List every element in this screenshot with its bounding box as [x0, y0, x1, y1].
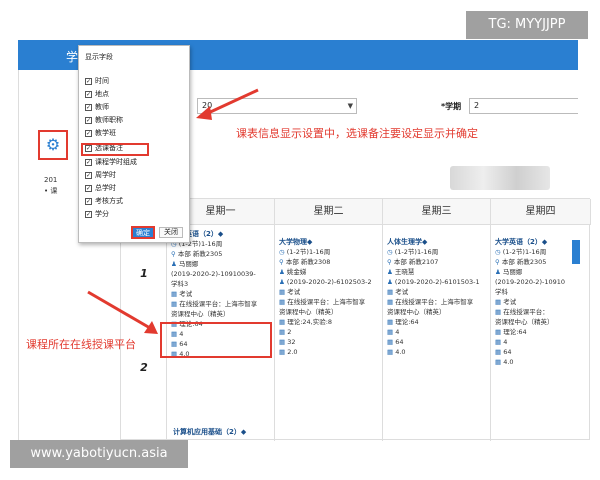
site-watermark: www.yabotiyucn.asia: [10, 440, 188, 468]
arrow-head-remark: [196, 106, 212, 120]
annotation-arrows: [87, 88, 259, 334]
arrow-head-platform: [144, 321, 158, 334]
screenshot-stage: TG: MYYJJPP 学 20 ▼ *学期 2 友 ⚙ 201 • 课 星期一…: [0, 0, 600, 480]
arrow-to-remark: [205, 88, 259, 116]
annotation-platform: 课程所在在线授课平台: [26, 338, 136, 351]
annotation-settings: 课表信息显示设置中，选课备注要设定显示并确定: [236, 127, 478, 140]
arrow-to-platform: [87, 290, 151, 330]
